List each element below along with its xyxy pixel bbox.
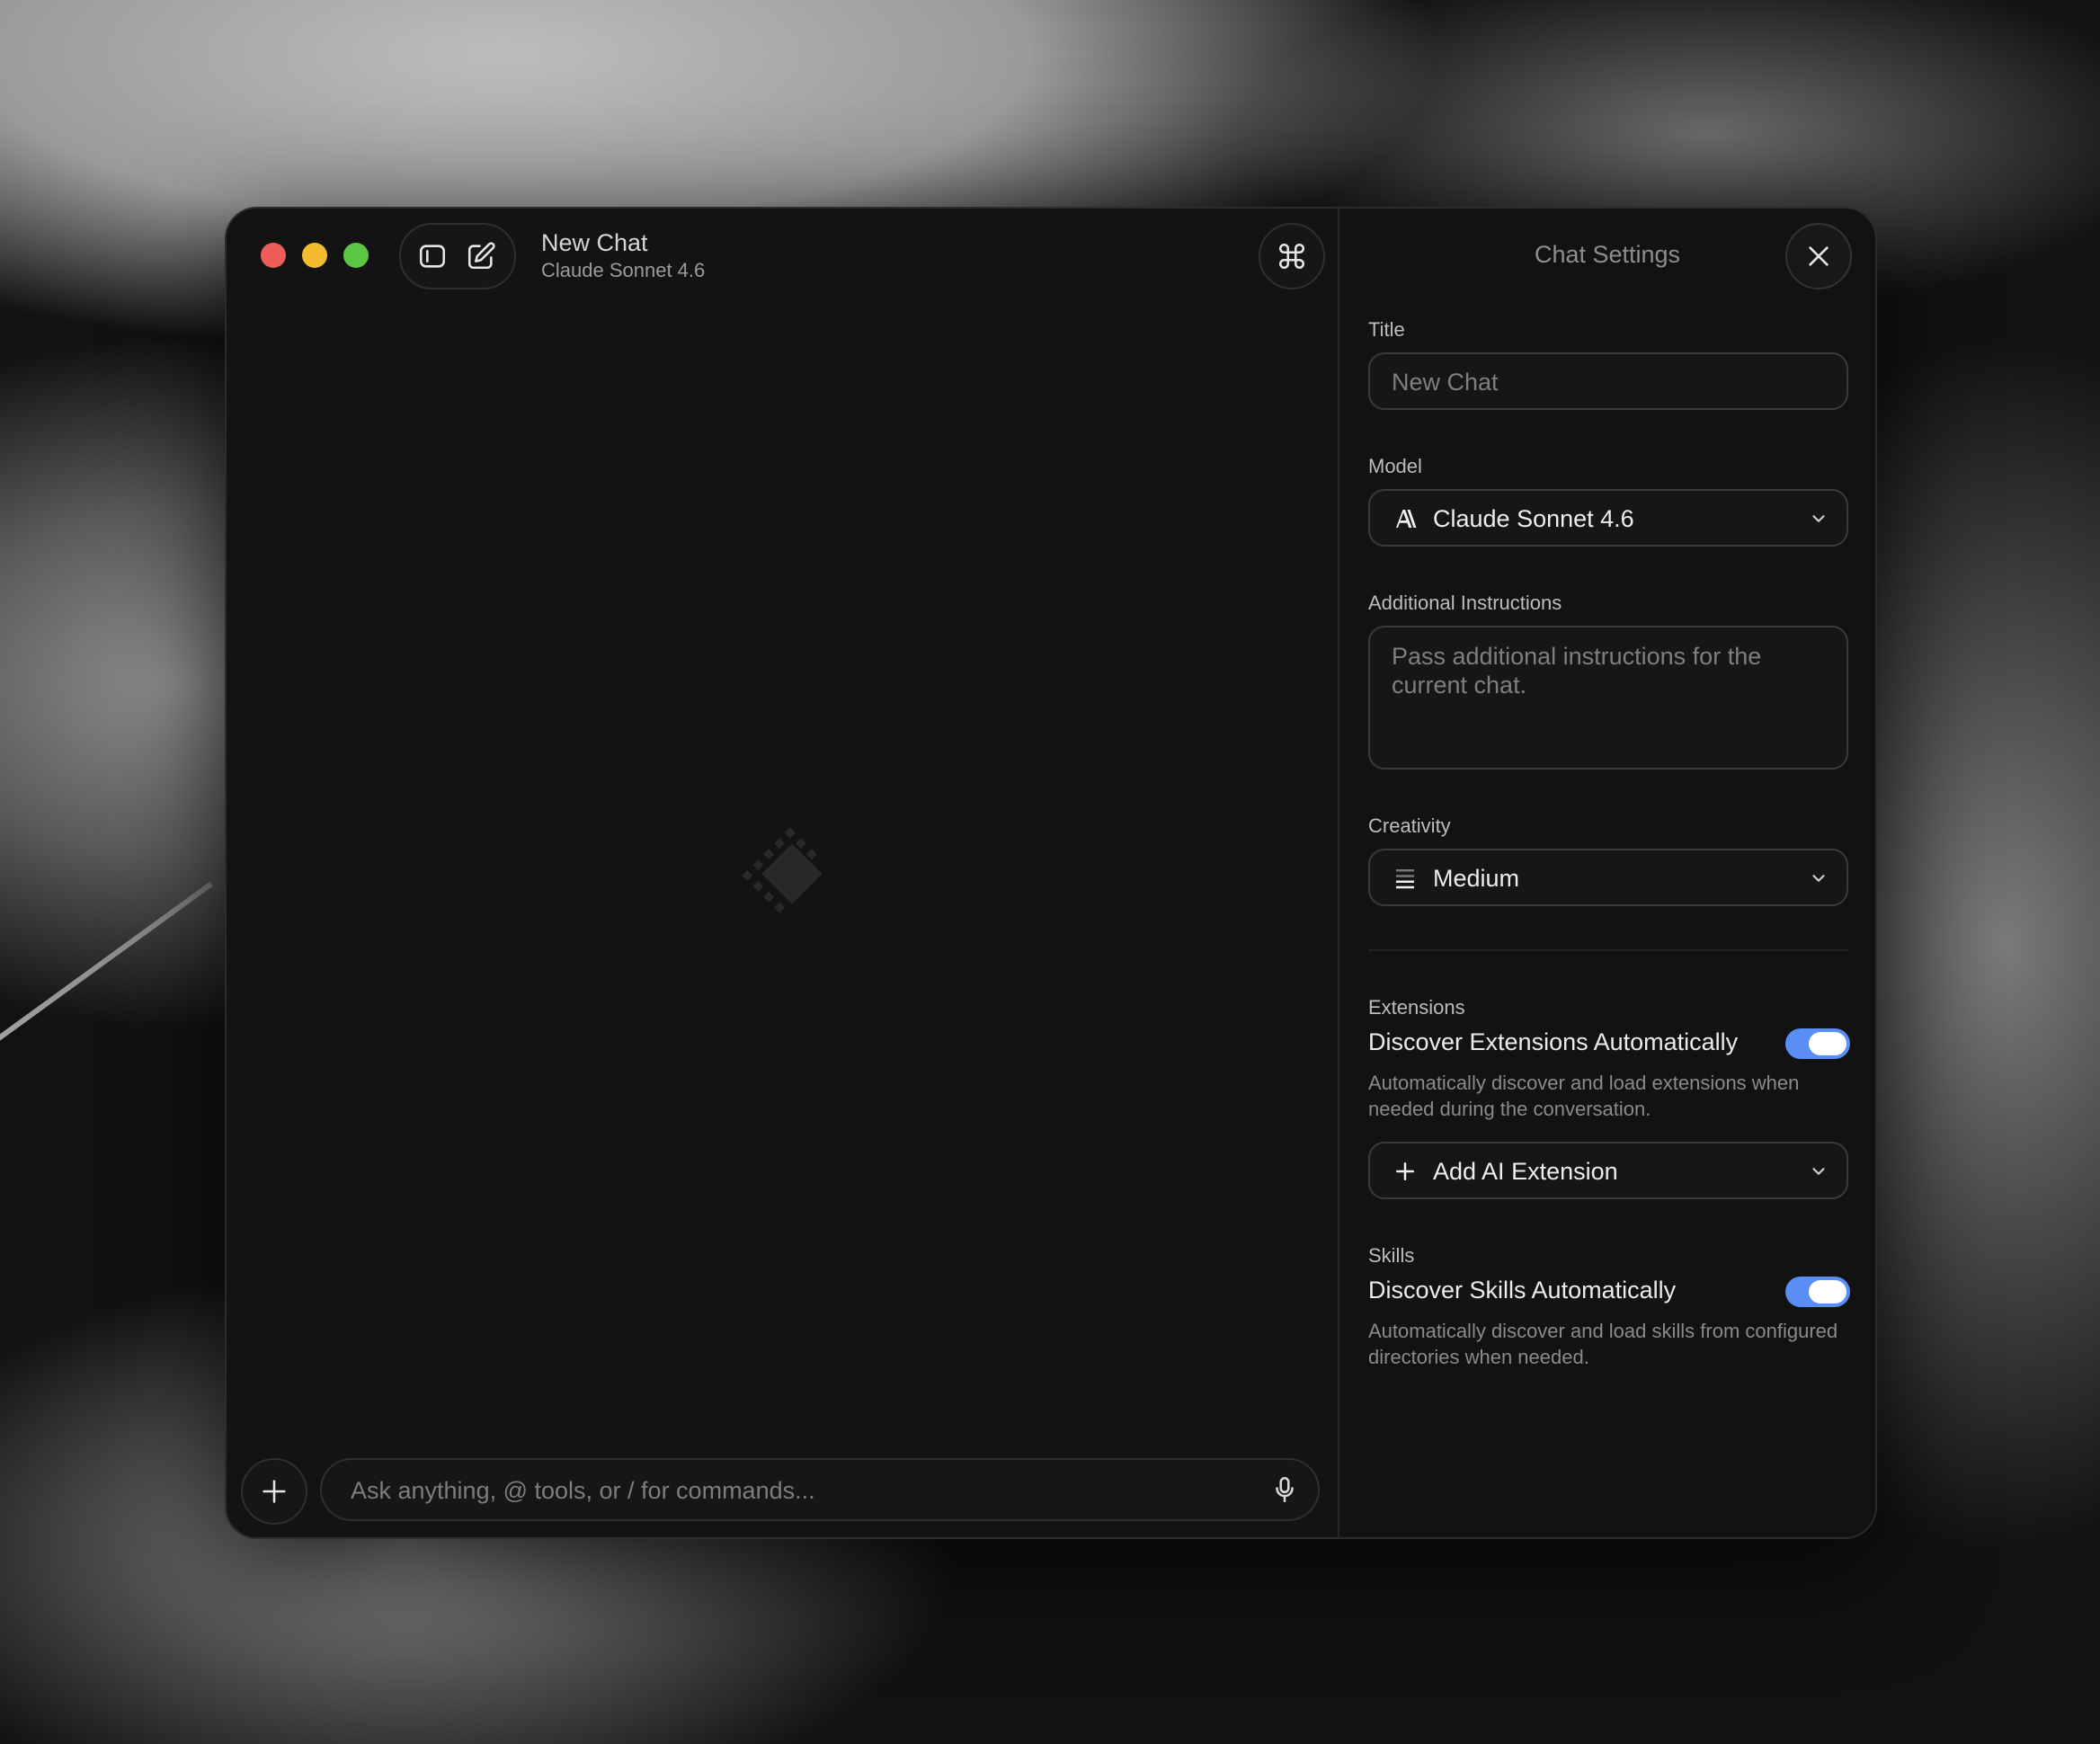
skills-label: Skills — [1368, 1244, 1415, 1267]
message-input[interactable] — [349, 1460, 1251, 1521]
close-settings-button[interactable] — [1785, 223, 1852, 289]
instructions-label: Additional Instructions — [1368, 592, 1562, 614]
chat-title-block: New Chat Claude Sonnet 4.6 — [541, 228, 705, 284]
extensions-description: Automatically discover and load extensio… — [1368, 1072, 1800, 1120]
creativity-level-icon — [1390, 863, 1420, 894]
chevron-down-icon — [1812, 875, 1825, 882]
chat-pane: New Chat Claude Sonnet 4.6 — [227, 209, 1338, 1537]
message-composer — [320, 1458, 1320, 1521]
compose-icon — [467, 242, 495, 270]
chat-model-subtitle: Claude Sonnet 4.6 — [541, 259, 706, 281]
toggle-knob — [1809, 1032, 1846, 1055]
add-extension-select[interactable]: Add AI Extension — [1368, 1142, 1848, 1199]
skills-description: Automatically discover and load skills f… — [1368, 1320, 1838, 1368]
creativity-select[interactable]: Medium — [1368, 849, 1848, 906]
app-logo-icon — [742, 827, 823, 913]
anthropic-logo-icon — [1390, 503, 1420, 534]
plus-icon — [262, 1480, 286, 1503]
sidebar-toggle-button[interactable] — [415, 239, 449, 273]
add-attachment-button[interactable] — [241, 1458, 307, 1525]
background-streak — [0, 881, 213, 1066]
skills-toggle-title: Discover Skills Automatically — [1368, 1277, 1677, 1304]
command-icon — [1278, 243, 1305, 270]
model-value: Claude Sonnet 4.6 — [1433, 505, 1634, 532]
add-extension-label: Add AI Extension — [1433, 1158, 1618, 1185]
chat-title: New Chat — [541, 229, 648, 256]
close-window-button[interactable] — [261, 243, 286, 268]
chat-settings-pane: Chat Settings Title Model Claude Sonnet … — [1338, 209, 1875, 1537]
model-label: Model — [1368, 455, 1422, 477]
title-input[interactable] — [1390, 354, 1825, 410]
command-palette-button[interactable] — [1259, 223, 1325, 289]
sidebar-toggle-icon — [419, 245, 446, 268]
app-window: New Chat Claude Sonnet 4.6 Ask anything,… — [225, 207, 1877, 1539]
skills-toggle[interactable] — [1785, 1277, 1850, 1307]
instructions-textarea[interactable] — [1390, 640, 1825, 752]
chevron-down-icon — [1812, 515, 1825, 522]
section-divider — [1368, 949, 1848, 951]
title-field — [1368, 352, 1848, 410]
close-icon — [1809, 246, 1829, 266]
microphone-icon[interactable] — [1269, 1474, 1300, 1505]
extensions-label: Extensions — [1368, 996, 1465, 1019]
title-label: Title — [1368, 318, 1405, 341]
toolbar-pill — [399, 223, 516, 289]
minimize-window-button[interactable] — [302, 243, 327, 268]
toggle-knob — [1809, 1280, 1846, 1304]
extensions-toggle-title: Discover Extensions Automatically — [1368, 1028, 1739, 1055]
zoom-window-button[interactable] — [343, 243, 369, 268]
new-chat-button[interactable] — [464, 239, 498, 273]
instructions-field — [1368, 626, 1848, 770]
chevron-down-icon — [1812, 1168, 1825, 1175]
extensions-toggle[interactable] — [1785, 1028, 1850, 1059]
creativity-label: Creativity — [1368, 814, 1451, 837]
model-select[interactable]: Claude Sonnet 4.6 — [1368, 489, 1848, 547]
plus-icon — [1390, 1156, 1420, 1187]
creativity-value: Medium — [1433, 865, 1520, 892]
